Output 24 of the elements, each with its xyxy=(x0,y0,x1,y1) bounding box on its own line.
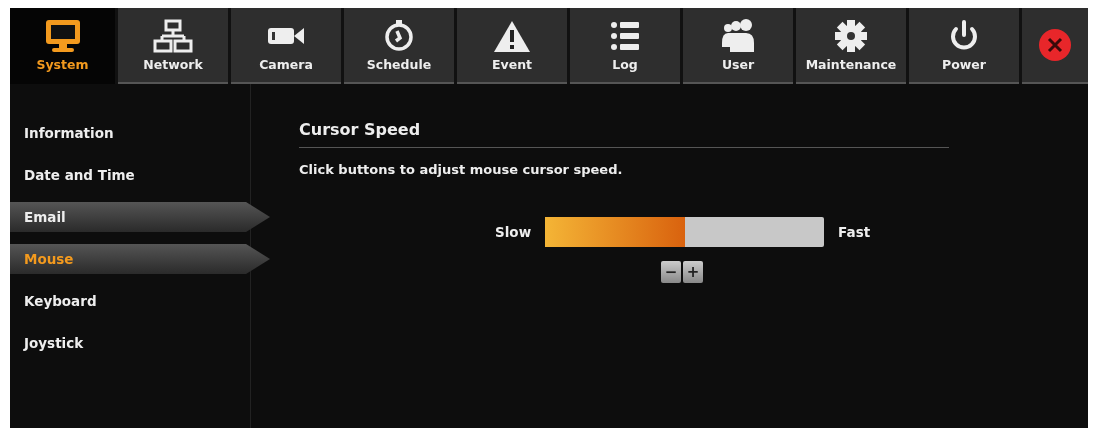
nav-tab[interactable]: System xyxy=(10,8,115,84)
nav-tab[interactable]: Event xyxy=(457,8,567,84)
sidebar-item[interactable]: Keyboard xyxy=(10,286,224,316)
nav-tab[interactable]: Log xyxy=(570,8,680,84)
sidebar-item[interactable]: Joystick xyxy=(10,328,224,358)
speed-slider[interactable] xyxy=(545,217,825,247)
nav-tab[interactable]: Camera xyxy=(231,8,341,84)
section-title: Cursor Speed xyxy=(299,120,949,148)
nav-tab[interactable]: Maintenance xyxy=(796,8,906,84)
description-text: Click buttons to adjust mouse cursor speed. xyxy=(299,162,624,177)
network-icon xyxy=(153,18,193,53)
close-icon[interactable] xyxy=(1038,28,1072,62)
sidebar-item[interactable]: Date and Time xyxy=(10,160,224,190)
decrease-button[interactable]: − xyxy=(661,261,681,283)
increase-button[interactable]: + xyxy=(683,261,703,283)
nav-tab[interactable]: Network xyxy=(118,8,228,84)
sidebar-item[interactable]: Information xyxy=(10,118,224,148)
sidebar-item[interactable]: Mouse xyxy=(10,244,270,274)
nav-tab[interactable]: Schedule xyxy=(344,8,454,84)
sidebar-item[interactable]: Email xyxy=(10,202,270,232)
fast-label: Fast xyxy=(838,224,871,240)
slow-label: Slow xyxy=(495,224,532,240)
nav-tab[interactable]: Power xyxy=(909,8,1019,84)
nav-tab[interactable]: User xyxy=(683,8,793,84)
